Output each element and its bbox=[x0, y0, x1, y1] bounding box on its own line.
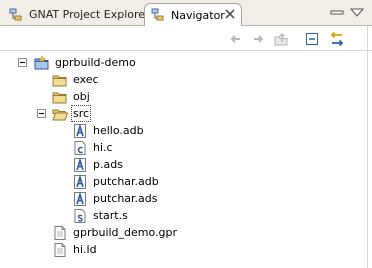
tree-item-label: exec bbox=[73, 73, 99, 86]
minimize-icon[interactable] bbox=[330, 7, 344, 19]
project-folder-icon bbox=[34, 55, 50, 71]
gnat-project-explorer-icon bbox=[9, 8, 22, 20]
tab-label: Navigator bbox=[171, 8, 225, 22]
tree-item-label: putchar.ads bbox=[93, 192, 158, 205]
text-file-icon bbox=[52, 225, 68, 241]
tree-item-label: start.s bbox=[93, 209, 128, 222]
up-folder-icon[interactable] bbox=[273, 31, 289, 47]
tree-item-label: gprbuild-demo bbox=[55, 56, 136, 69]
assembly-file-icon bbox=[72, 208, 88, 224]
ada-spec-file-icon bbox=[72, 191, 88, 207]
tree-item-file[interactable]: hi.c bbox=[72, 139, 115, 156]
tree-item-file[interactable]: hi.ld bbox=[52, 241, 99, 258]
link-with-editor-icon[interactable] bbox=[328, 31, 346, 47]
ada-spec-file-icon bbox=[72, 157, 88, 173]
navigator-tree: gprbuild-demo exec obj src hello.adb hi.… bbox=[0, 52, 372, 268]
text-file-icon bbox=[52, 242, 68, 258]
tree-item-label: src bbox=[71, 105, 92, 122]
tree-item-project[interactable]: gprbuild-demo bbox=[34, 54, 138, 71]
tree-item-label: hi.c bbox=[93, 141, 113, 154]
collapse-toggle-src[interactable] bbox=[37, 109, 46, 118]
tree-item-file[interactable]: p.ads bbox=[72, 156, 125, 173]
tab-navigator[interactable]: Navigator bbox=[144, 3, 242, 26]
tree-item-file[interactable]: putchar.ads bbox=[72, 190, 160, 207]
ada-body-file-icon bbox=[72, 174, 88, 190]
folder-icon bbox=[52, 72, 68, 88]
tree-item-label: hi.ld bbox=[73, 243, 97, 256]
ada-body-file-icon bbox=[72, 123, 88, 139]
forward-arrow-icon[interactable] bbox=[250, 31, 266, 47]
tree-item-label: p.ads bbox=[93, 158, 123, 171]
tree-item-label: gprbuild_demo.gpr bbox=[73, 226, 178, 239]
view-menu-chevron-down-icon[interactable] bbox=[350, 7, 364, 19]
tree-item-label: obj bbox=[73, 90, 90, 103]
tree-item-file[interactable]: putchar.adb bbox=[72, 173, 161, 190]
navigator-icon bbox=[151, 8, 164, 21]
tree-item-folder-obj[interactable]: obj bbox=[52, 88, 92, 105]
tree-item-file[interactable]: gprbuild_demo.gpr bbox=[52, 224, 179, 241]
collapse-all-icon[interactable] bbox=[304, 31, 320, 47]
tree-item-label: hello.adb bbox=[93, 124, 144, 137]
tab-gnat-project-explorer[interactable]: GNAT Project Explorer bbox=[3, 3, 150, 26]
view-toolbar bbox=[0, 26, 372, 51]
folder-icon bbox=[52, 89, 68, 105]
close-icon[interactable] bbox=[223, 7, 237, 21]
view-right-border bbox=[367, 26, 368, 268]
tab-label: GNAT Project Explorer bbox=[29, 8, 150, 21]
tree-item-file[interactable]: hello.adb bbox=[72, 122, 146, 139]
tree-item-folder-src[interactable]: src bbox=[52, 105, 92, 122]
open-folder-icon bbox=[52, 106, 68, 122]
c-source-file-icon bbox=[72, 140, 88, 156]
collapse-toggle-project[interactable] bbox=[18, 58, 27, 67]
tree-item-folder-exec[interactable]: exec bbox=[52, 71, 101, 88]
back-arrow-icon[interactable] bbox=[228, 31, 244, 47]
view-tab-bar: GNAT Project Explorer Navigator bbox=[0, 0, 372, 26]
tree-item-label: putchar.adb bbox=[93, 175, 159, 188]
tree-item-file[interactable]: start.s bbox=[72, 207, 130, 224]
